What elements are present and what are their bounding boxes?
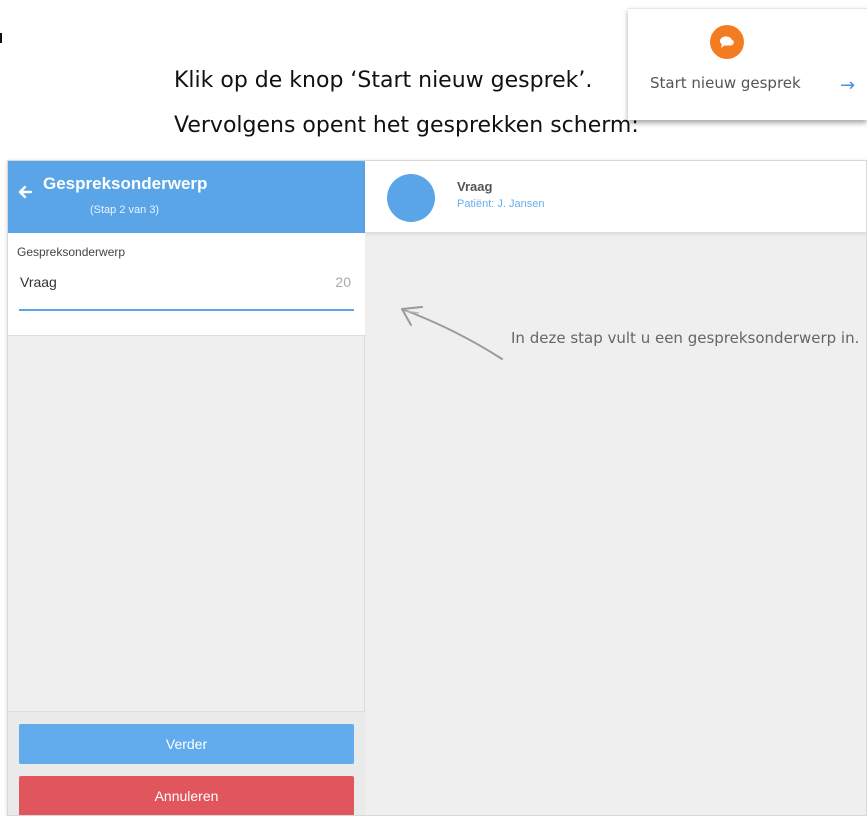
start-new-conversation-card[interactable]: Start nieuw gesprek → (628, 8, 867, 120)
instruction-line-2: Vervolgens opent het gesprekken scherm: (174, 113, 639, 138)
instruction-line-1: Klik op de knop ‘Start nieuw gesprek’. (174, 68, 593, 93)
left-header: Gespreksonderwerp (Stap 2 van 3) (8, 161, 365, 233)
subject-input[interactable]: Vraag (20, 274, 57, 290)
pointer-arrow-icon (401, 306, 503, 360)
step-indicator: (Stap 2 van 3) (90, 204, 160, 216)
start-new-conversation-label[interactable]: Start nieuw gesprek (650, 74, 801, 92)
avatar (387, 174, 435, 222)
conversation-screen: Gespreksonderwerp (Stap 2 van 3) Gesprek… (7, 160, 867, 816)
action-footer: Verder Annuleren (8, 711, 365, 815)
conversation-header: Vraag Patiënt: J. Jansen (365, 161, 866, 233)
subject-field-box: Gespreksonderwerp Vraag 20 (8, 233, 365, 336)
subject-field-label: Gespreksonderwerp (17, 245, 126, 259)
char-counter: 20 (335, 274, 351, 290)
input-underline (19, 309, 354, 311)
arrow-right-icon[interactable]: → (840, 75, 855, 96)
patient-name: Patiënt: J. Jansen (457, 198, 545, 210)
cancel-button[interactable]: Annuleren (19, 776, 354, 815)
hint-text: In deze stap vult u een gespreksonderwer… (511, 329, 860, 347)
back-arrow-icon[interactable] (17, 184, 33, 205)
stray-mark (0, 33, 2, 43)
conversation-title: Vraag (457, 179, 493, 194)
panel-title: Gespreksonderwerp (43, 174, 208, 193)
next-button[interactable]: Verder (19, 724, 354, 764)
chat-bubble-icon (710, 25, 744, 59)
right-panel: Vraag Patiënt: J. Jansen In deze stap vu… (365, 161, 866, 815)
left-panel: Gespreksonderwerp (Stap 2 van 3) Gesprek… (8, 161, 365, 815)
